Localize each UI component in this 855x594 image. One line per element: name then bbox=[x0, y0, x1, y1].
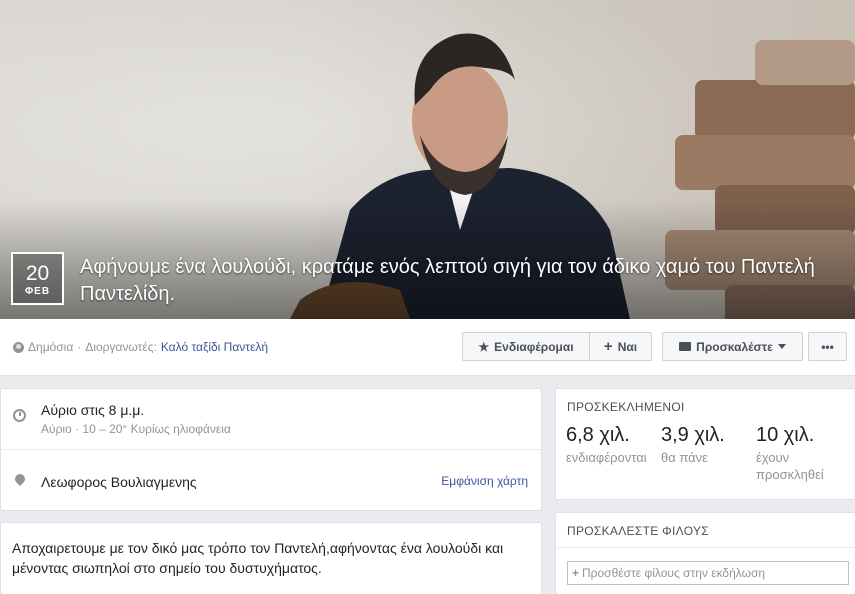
invite-label: Προσκαλέστε bbox=[696, 339, 773, 354]
interested-stat[interactable]: 6,8 χιλ. ενδιαφέρονται bbox=[566, 423, 661, 466]
event-weather: Αύριο · 10 – 20° Κυρίως ηλιοφάνεια bbox=[41, 422, 231, 436]
event-date-day: 20 bbox=[25, 262, 50, 285]
privacy-label: Δημόσια bbox=[28, 340, 74, 354]
more-options-button[interactable]: ••• bbox=[808, 332, 847, 361]
event-location-row: Λεωφορος Βουλιαγμενης Εμφάνιση χάρτη bbox=[1, 449, 541, 510]
event-date-month: ΦΕΒ bbox=[24, 286, 51, 297]
host-link[interactable]: Καλό ταξίδι Παντελή bbox=[161, 340, 268, 354]
event-title: Αφήνουμε ένα λουλούδι, κρατάμε ενός λεπτ… bbox=[80, 256, 815, 305]
organizers-label: Διοργανωτές: bbox=[85, 340, 157, 354]
going-stat-label: θα πάνε bbox=[661, 450, 708, 465]
plus-icon: + bbox=[603, 338, 613, 355]
event-cover-photo[interactable]: 20 ΦΕΒ Αφήνουμε ένα λουλούδι, κρατάμε εν… bbox=[0, 0, 855, 319]
clock-icon bbox=[13, 409, 26, 422]
interested-button[interactable]: ★ Ενδιαφέρομαι bbox=[462, 332, 590, 361]
invited-count: 10 χιλ. bbox=[756, 424, 815, 446]
divider bbox=[556, 547, 855, 548]
show-map-link[interactable]: Εμφάνιση χάρτη bbox=[441, 474, 528, 488]
add-friends-input[interactable]: + Προσθέστε φίλους στην εκδήλωση bbox=[567, 561, 849, 585]
guests-card: ΠΡΟΣΚΕΚΛΗΜΕΝΟΙ 6,8 χιλ. ενδιαφέρονται 3,… bbox=[555, 388, 855, 500]
invited-stat[interactable]: 10 χιλ. έχουν προσκληθεί bbox=[756, 423, 854, 483]
add-friends-placeholder: Προσθέστε φίλους στην εκδήλωση bbox=[582, 566, 766, 580]
event-details-card: Αύριο στις 8 μ.μ. Αύριο · 10 – 20° Κυρίω… bbox=[0, 388, 542, 511]
event-date-badge: 20 ΦΕΒ bbox=[11, 252, 64, 305]
going-count: 3,9 χιλ. bbox=[661, 424, 725, 446]
chevron-down-icon bbox=[777, 344, 786, 349]
globe-icon bbox=[13, 341, 24, 353]
event-description: Αποχαιρετουμε με τον δικό μας τρόπο τον … bbox=[12, 540, 504, 576]
interested-count: 6,8 χιλ. bbox=[566, 424, 630, 446]
interested-stat-label: ενδιαφέρονται bbox=[566, 450, 647, 465]
going-stat[interactable]: 3,9 χιλ. θα πάνε bbox=[661, 423, 756, 466]
map-pin-icon bbox=[12, 471, 28, 487]
invited-stat-label: έχουν προσκληθεί bbox=[756, 450, 824, 482]
interested-label: Ενδιαφέρομαι bbox=[494, 339, 574, 354]
event-time-row: Αύριο στις 8 μ.μ. Αύριο · 10 – 20° Κυρίω… bbox=[1, 389, 541, 450]
event-meta: Δημόσια · Διοργανωτές: Καλό ταξίδι Παντε… bbox=[13, 340, 268, 354]
guests-title: ΠΡΟΣΚΕΚΛΗΜΕΝΟΙ bbox=[567, 400, 685, 414]
envelope-icon bbox=[679, 342, 692, 351]
star-icon: ★ bbox=[478, 339, 490, 354]
event-action-bar: Δημόσια · Διοργανωτές: Καλό ταξίδι Παντε… bbox=[0, 319, 855, 376]
going-label: Ναι bbox=[617, 339, 638, 354]
more-icon: ••• bbox=[821, 339, 834, 354]
plus-icon: + bbox=[572, 566, 580, 580]
meta-separator: · bbox=[77, 340, 82, 354]
event-location[interactable]: Λεωφορος Βουλιαγμενης bbox=[41, 474, 197, 490]
going-button[interactable]: + Ναι bbox=[589, 332, 652, 361]
invite-friends-title: ΠΡΟΣΚΑΛΕΣΤΕ ΦΙΛΟΥΣ bbox=[567, 524, 709, 538]
event-description-card: Αποχαιρετουμε με τον δικό μας τρόπο τον … bbox=[0, 522, 542, 594]
event-time: Αύριο στις 8 μ.μ. bbox=[41, 402, 145, 418]
invite-button[interactable]: Προσκαλέστε bbox=[662, 332, 803, 361]
invite-friends-card: ΠΡΟΣΚΑΛΕΣΤΕ ΦΙΛΟΥΣ + Προσθέστε φίλους στ… bbox=[555, 512, 855, 594]
